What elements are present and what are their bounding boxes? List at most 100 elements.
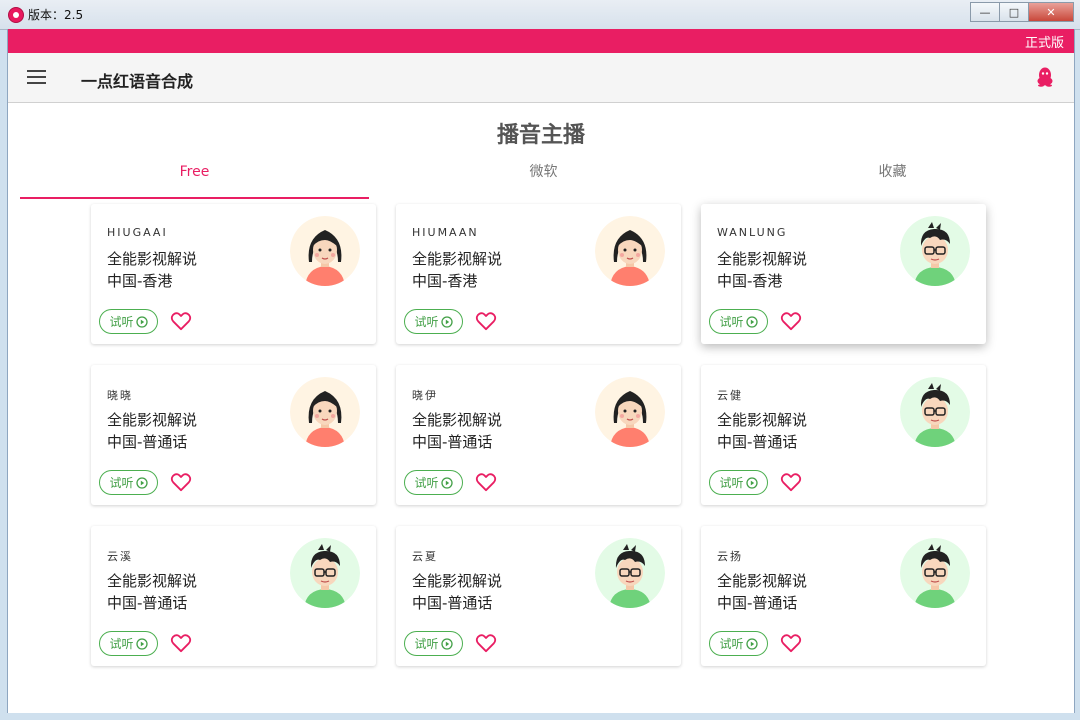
voice-card[interactable]: 云夏 全能影视解说 中国-普通话 试听	[396, 526, 681, 666]
voice-card[interactable]: WANLUNG 全能影视解说 中国-香港 试听	[701, 204, 986, 344]
window-controls: — □ ✕	[970, 2, 1074, 22]
female-avatar	[290, 216, 360, 286]
voice-description: 全能影视解说	[107, 411, 198, 429]
voice-card[interactable]: 云扬 全能影视解说 中国-普通话 试听	[701, 526, 986, 666]
window-bottom-frame	[0, 713, 1080, 720]
play-circle-icon	[440, 637, 453, 650]
heart-icon[interactable]	[780, 311, 802, 331]
voice-name: 云扬	[717, 550, 743, 563]
male-avatar	[595, 538, 665, 608]
voice-language: 中国-普通话	[717, 594, 798, 612]
voice-description: 全能影视解说	[717, 411, 808, 429]
voice-language: 中国-普通话	[107, 594, 188, 612]
voice-tabs: Free 微软 收藏	[20, 157, 1062, 199]
voice-description: 全能影视解说	[412, 572, 503, 590]
play-circle-icon	[135, 315, 148, 328]
heart-icon[interactable]	[780, 472, 802, 492]
voice-description: 全能影视解说	[107, 572, 198, 590]
window-title: 版本：2.5	[28, 8, 84, 22]
listen-label: 试听	[109, 637, 134, 651]
tab-microsoft[interactable]: 微软	[369, 157, 718, 197]
voice-name: HIUMAAN	[412, 226, 479, 239]
voice-description: 全能影视解说	[107, 250, 198, 268]
play-circle-icon	[440, 476, 453, 489]
app-window: 正式版 一点红语音合成 播音主播 Free 微软 收藏 HIUGAAI 全能影视…	[7, 29, 1075, 713]
male-avatar	[900, 538, 970, 608]
voice-card[interactable]: 云溪 全能影视解说 中国-普通话 试听	[91, 526, 376, 666]
listen-button[interactable]: 试听	[99, 631, 158, 656]
heart-icon[interactable]	[170, 472, 192, 492]
listen-button[interactable]: 试听	[99, 470, 158, 495]
tab-free[interactable]: Free	[20, 157, 369, 199]
hamburger-icon[interactable]	[27, 70, 46, 84]
listen-label: 试听	[414, 637, 439, 651]
heart-icon[interactable]	[170, 633, 192, 653]
voice-name: 云夏	[412, 550, 438, 563]
maximize-button[interactable]: □	[999, 2, 1028, 22]
voice-name: 晓伊	[412, 389, 438, 402]
male-avatar	[900, 216, 970, 286]
voice-language: 中国-香港	[412, 272, 478, 290]
app-logo-icon	[8, 7, 24, 23]
voice-language: 中国-香港	[717, 272, 783, 290]
listen-button[interactable]: 试听	[709, 470, 768, 495]
heart-icon[interactable]	[780, 633, 802, 653]
female-avatar	[595, 216, 665, 286]
voice-language: 中国-普通话	[107, 433, 188, 451]
listen-button[interactable]: 试听	[99, 309, 158, 334]
listen-label: 试听	[109, 476, 134, 490]
heart-icon[interactable]	[475, 472, 497, 492]
page-heading: 播音主播	[496, 123, 585, 148]
voice-name: 云健	[717, 389, 743, 402]
tab-favorites[interactable]: 收藏	[718, 157, 1067, 197]
male-avatar	[290, 538, 360, 608]
heart-icon[interactable]	[170, 311, 192, 331]
listen-label: 试听	[719, 315, 744, 329]
male-avatar	[900, 377, 970, 447]
voice-language: 中国-普通话	[717, 433, 798, 451]
voice-description: 全能影视解说	[412, 250, 503, 268]
voice-description: 全能影视解说	[717, 572, 808, 590]
window-titlebar[interactable]: 版本：2.5 — □ ✕	[0, 0, 1080, 30]
voice-language: 中国-香港	[107, 272, 173, 290]
voice-name: 云溪	[107, 550, 133, 563]
voice-card[interactable]: 云健 全能影视解说 中国-普通话 试听	[701, 365, 986, 505]
listen-button[interactable]: 试听	[404, 309, 463, 334]
voice-name: HIUGAAI	[107, 226, 168, 239]
listen-label: 试听	[719, 637, 744, 651]
play-circle-icon	[135, 476, 148, 489]
listen-label: 试听	[414, 476, 439, 490]
edition-label: 正式版	[1024, 35, 1064, 51]
minimize-button[interactable]: —	[970, 2, 999, 22]
listen-button[interactable]: 试听	[709, 631, 768, 656]
play-circle-icon	[440, 315, 453, 328]
voice-language: 中国-普通话	[412, 433, 493, 451]
edition-bar: 正式版	[8, 29, 1074, 53]
close-button[interactable]: ✕	[1028, 2, 1074, 22]
voice-language: 中国-普通话	[412, 594, 493, 612]
voice-card[interactable]: HIUMAAN 全能影视解说 中国-香港 试听	[396, 204, 681, 344]
female-avatar	[595, 377, 665, 447]
voice-description: 全能影视解说	[412, 411, 503, 429]
female-avatar	[290, 377, 360, 447]
voice-name: 晓晓	[107, 389, 133, 402]
play-circle-icon	[135, 637, 148, 650]
play-circle-icon	[745, 637, 758, 650]
voice-card[interactable]: 晓伊 全能影视解说 中国-普通话 试听	[396, 365, 681, 505]
heart-icon[interactable]	[475, 311, 497, 331]
voice-description: 全能影视解说	[717, 250, 808, 268]
voice-card[interactable]: 晓晓 全能影视解说 中国-普通话 试听	[91, 365, 376, 505]
play-circle-icon	[745, 315, 758, 328]
listen-button[interactable]: 试听	[404, 631, 463, 656]
qq-penguin-icon[interactable]	[1036, 67, 1054, 87]
listen-label: 试听	[109, 315, 134, 329]
listen-button[interactable]: 试听	[404, 470, 463, 495]
listen-label: 试听	[719, 476, 744, 490]
voice-name: WANLUNG	[717, 226, 788, 239]
app-title: 一点红语音合成	[81, 72, 194, 91]
voice-card[interactable]: HIUGAAI 全能影视解说 中国-香港 试听	[91, 204, 376, 344]
listen-button[interactable]: 试听	[709, 309, 768, 334]
heart-icon[interactable]	[475, 633, 497, 653]
listen-label: 试听	[414, 315, 439, 329]
app-bar: 一点红语音合成	[8, 53, 1074, 103]
